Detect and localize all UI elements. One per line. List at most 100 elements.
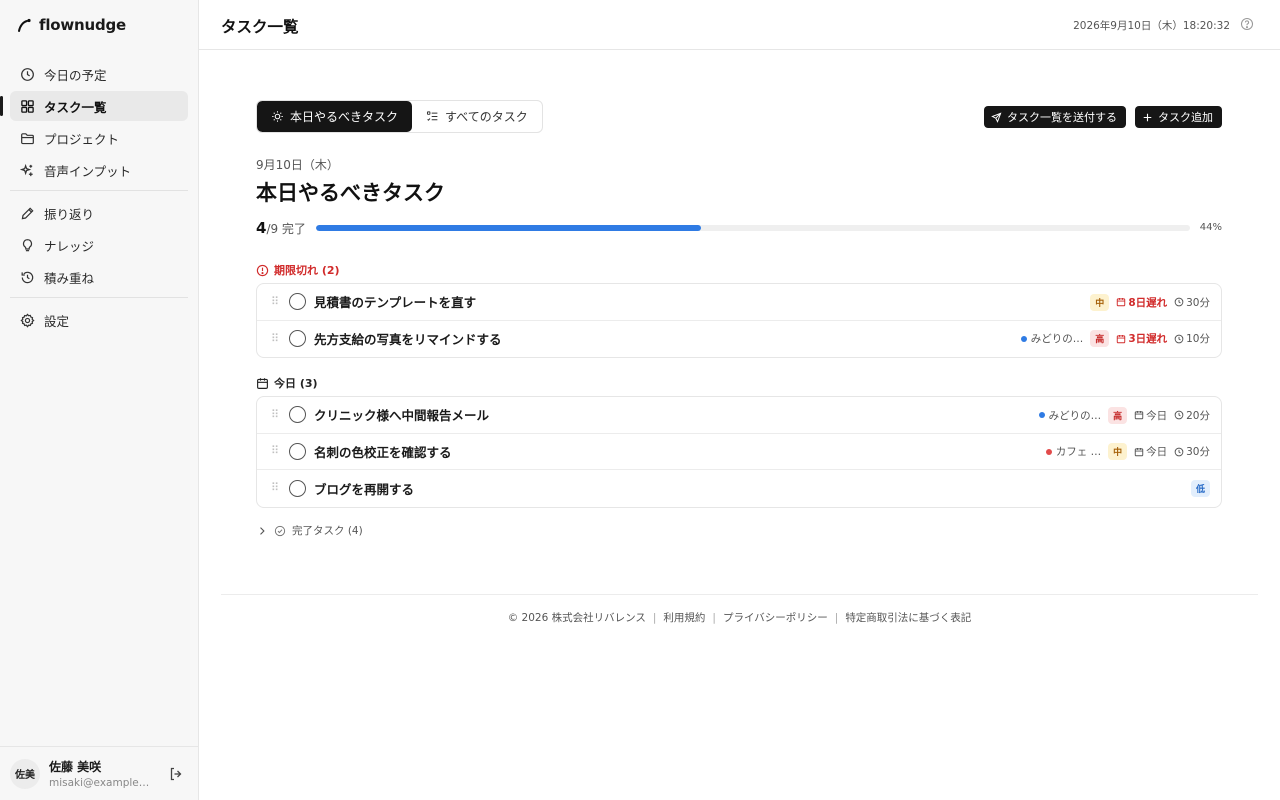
sidebar-item-task-list[interactable]: タスク一覧 [0, 91, 188, 121]
chevron-right-icon [260, 526, 265, 535]
calendar-icon [1134, 447, 1144, 456]
button-label: タスク一覧を送付する [1007, 111, 1117, 124]
sidebar-item-projects[interactable]: プロジェクト [10, 123, 188, 153]
sidebar-item-accumulation[interactable]: 積み重ね [10, 262, 188, 292]
progress: 4/9 完了 44% [256, 219, 1222, 237]
sidebar-item-label: タスク一覧 [44, 99, 107, 115]
completed-tasks-toggle[interactable]: 完了タスク (4) [256, 523, 363, 538]
button-label: タスク追加 [1158, 111, 1213, 124]
drag-handle-icon[interactable]: ⠿ [271, 445, 281, 456]
logo-icon [18, 18, 31, 32]
today-task-list: ⠿ クリニック様へ中間報告メール みどりの… 高 今日 20分 ⠿ 名刺の色校正… [256, 396, 1222, 508]
project-color-dot [1038, 412, 1045, 418]
group-title: 期限切れ (2) [274, 264, 340, 277]
priority-badge: 高 [1090, 330, 1110, 347]
sidebar-nav: 今日の予定 タスク一覧 プロジェクト 音声インプット 振り返り ナレッジ 積み重… [0, 59, 188, 337]
progress-count: 4/9 完了 [256, 219, 306, 237]
footer-separator: | [652, 612, 657, 624]
task-title: クリニック様へ中間報告メール [314, 408, 490, 424]
tab-all-tasks[interactable]: すべてのタスク [412, 101, 542, 132]
project-tag: みどりの… [1038, 408, 1101, 423]
action-buttons: タスク一覧を送付する タスク追加 [984, 106, 1222, 128]
copyright: © 2026 株式会社リバレンス [507, 612, 646, 624]
sidebar-item-settings[interactable]: 設定 [10, 305, 188, 335]
app-logo[interactable]: flownudge [16, 14, 126, 36]
calendar-icon [257, 377, 268, 389]
task-checkbox[interactable] [289, 293, 306, 311]
calendar-icon [1117, 334, 1126, 343]
priority-badge: 中 [1090, 293, 1110, 311]
priority-badge: 高 [1108, 406, 1128, 424]
drag-handle-icon[interactable]: ⠿ [271, 482, 281, 493]
tab-today-tasks[interactable]: 本日やるべきタスク [257, 101, 413, 132]
sidebar-item-voice-input[interactable]: 音声インプット [10, 155, 188, 185]
task-row[interactable]: ⠿ 先方支給の写真をリマインドする みどりの… 高 3日遅れ 10分 [257, 321, 1221, 358]
task-checkbox[interactable] [289, 442, 306, 460]
task-view-tabs: 本日やるべきタスク すべてのタスク [256, 100, 543, 133]
priority-badge: 中 [1108, 443, 1128, 460]
task-checkbox[interactable] [289, 330, 306, 348]
today-group-header: 今日 (3) [256, 375, 318, 391]
duration-label: 30分 [1174, 295, 1210, 310]
alert-circle-icon [256, 264, 269, 276]
commerce-law-link[interactable]: 特定商取引法に基づく表記 [845, 612, 971, 624]
footer-divider [221, 594, 1258, 595]
progress-fill [316, 225, 701, 231]
task-meta: みどりの… 高 3日遅れ 10分 [1020, 321, 1210, 357]
section-date: 9月10日（木） [256, 158, 339, 172]
sidebar-item-knowledge[interactable]: ナレッジ [10, 230, 188, 260]
drag-handle-icon[interactable]: ⠿ [271, 296, 281, 307]
task-row[interactable]: ⠿ 見積書のテンプレートを直す 中 8日遅れ 30分 [257, 284, 1221, 321]
gear-icon [20, 312, 35, 328]
task-checkbox[interactable] [289, 479, 306, 497]
overdue-group-header: 期限切れ (2) [256, 262, 340, 278]
clock-icon [21, 67, 34, 81]
send-task-list-button[interactable]: タスク一覧を送付する [984, 106, 1126, 128]
sidebar-divider [10, 190, 188, 191]
avatar[interactable]: 佐美 [10, 758, 40, 789]
project-tag: みどりの… [1020, 331, 1083, 346]
due-text: 3日遅れ [1128, 333, 1168, 345]
logout-icon[interactable] [168, 766, 184, 782]
top-header: タスク一覧 2026年9月10日（木）18:20:32 [199, 0, 1280, 50]
add-task-button[interactable]: タスク追加 [1135, 106, 1222, 128]
terms-link[interactable]: 利用規約 [663, 612, 705, 624]
sidebar-divider [10, 297, 188, 298]
sidebar-item-label: 音声インプット [44, 163, 132, 179]
lightbulb-icon [22, 238, 33, 251]
task-checkbox[interactable] [289, 406, 306, 424]
privacy-link[interactable]: プライバシーポリシー [723, 612, 828, 624]
drag-handle-icon[interactable]: ⠿ [271, 409, 281, 420]
drag-handle-icon[interactable]: ⠿ [271, 333, 281, 344]
task-row[interactable]: ⠿ 名刺の色校正を確認する カフェ … 中 今日 30分 [257, 434, 1221, 470]
task-row[interactable]: ⠿ ブログを再開する 低 [257, 470, 1221, 507]
task-row[interactable]: ⠿ クリニック様へ中間報告メール みどりの… 高 今日 20分 [257, 397, 1221, 434]
section-title: 本日やるべきタスク [256, 181, 445, 205]
task-title: 先方支給の写真をリマインドする [314, 332, 502, 348]
sidebar-item-label: 今日の予定 [44, 67, 107, 83]
current-datetime: 2026年9月10日（木）18:20:32 [1073, 20, 1230, 32]
user-profile: 佐美 佐藤 美咲 misaki@example.com [0, 746, 199, 800]
task-meta: カフェ … 中 今日 30分 [1045, 434, 1210, 470]
sidebar-item-today-schedule[interactable]: 今日の予定 [10, 59, 188, 89]
duration-text: 10分 [1186, 333, 1210, 345]
task-meta: みどりの… 高 今日 20分 [1038, 397, 1210, 433]
progress-done: 4 [256, 219, 267, 237]
due-label: 3日遅れ [1116, 331, 1167, 346]
priority-badge: 低 [1190, 479, 1210, 497]
sidebar-item-label: プロジェクト [44, 131, 120, 147]
sidebar-item-reflection[interactable]: 振り返り [10, 198, 188, 228]
due-label: 今日 [1134, 444, 1167, 459]
user-name: 佐藤 美咲 [49, 760, 102, 774]
help-icon[interactable] [1240, 17, 1254, 31]
folder-icon [21, 132, 34, 144]
project-color-dot [1020, 335, 1027, 342]
user-info: 佐藤 美咲 misaki@example.com [49, 758, 151, 789]
duration-label: 20分 [1174, 408, 1210, 423]
page-title: タスク一覧 [221, 18, 299, 36]
footer-separator: | [834, 612, 839, 624]
project-name: カフェ … [1055, 446, 1102, 458]
sparkle-icon [20, 163, 33, 176]
sidebar-item-label: ナレッジ [44, 238, 95, 254]
clock-icon [1174, 334, 1184, 343]
